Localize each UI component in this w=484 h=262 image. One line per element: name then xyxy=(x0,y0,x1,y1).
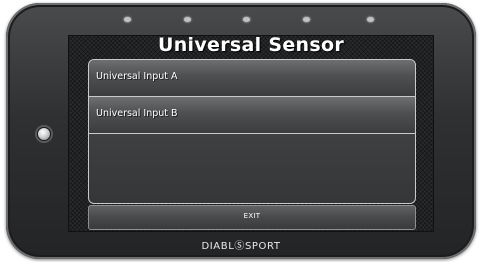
device-bezel: Universal Sensor Universal Input A Unive… xyxy=(6,3,476,259)
sensor-list: Universal Input A Universal Input B xyxy=(88,59,416,204)
exit-button[interactable]: EXIT xyxy=(88,205,416,230)
indicator-led-icon xyxy=(124,17,131,22)
indicator-led-icon xyxy=(367,17,374,22)
indicator-led-icon xyxy=(184,17,191,22)
indicator-led-icon xyxy=(303,17,310,22)
list-item-universal-input-a[interactable]: Universal Input A xyxy=(89,60,415,97)
exit-button-label: EXIT xyxy=(243,212,261,220)
list-item-label: Universal Input A xyxy=(96,71,178,82)
list-item-label: Universal Input B xyxy=(96,108,178,119)
brand-logo: DIABLⓈSPORT xyxy=(201,241,281,252)
list-item-universal-input-b[interactable]: Universal Input B xyxy=(89,97,415,134)
page-title: Universal Sensor xyxy=(158,34,344,56)
home-button-icon[interactable] xyxy=(37,127,51,141)
screen: Universal Sensor Universal Input A Unive… xyxy=(68,34,434,232)
indicator-led-icon xyxy=(243,17,250,22)
